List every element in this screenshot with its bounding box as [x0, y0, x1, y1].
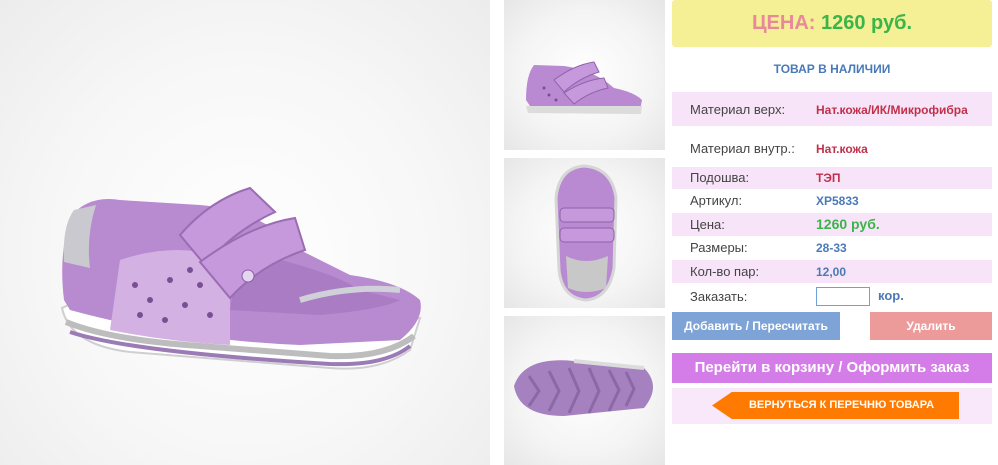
add-recalculate-button[interactable]: Добавить / Пересчитать [672, 312, 840, 340]
spec-label: Размеры: [690, 240, 748, 255]
spec-label: Цена: [690, 217, 725, 232]
product-info-panel: ЦЕНА: 1260 руб. ТОВАР В НАЛИЧИИ Материал… [672, 0, 994, 465]
order-quantity-input[interactable] [816, 287, 870, 306]
back-to-list-button[interactable]: ВЕРНУТЬСЯ К ПЕРЕЧНЮ ТОВАРА [712, 392, 959, 419]
spec-value: 28-33 [816, 241, 847, 255]
spec-row-sizes: Размеры: 28-33 [672, 237, 992, 259]
spec-value: 1260 руб. [816, 216, 880, 232]
product-page: ЦЕНА: 1260 руб. ТОВАР В НАЛИЧИИ Материал… [0, 0, 998, 465]
shoe-side-image [60, 186, 422, 370]
spec-value: 12,00 [816, 265, 847, 279]
order-unit: кор. [878, 288, 904, 303]
spec-value: ТЭП [816, 171, 841, 185]
order-row: Заказать: кор. [672, 284, 992, 310]
spec-row-upper-material: Материал верх: Нат.кожа/ИК/Микрофибра [672, 92, 992, 126]
spec-value: Нат.кожа/ИК/Микрофибра [816, 103, 968, 117]
thumbnail-top-view[interactable] [504, 158, 665, 308]
spec-row-sole: Подошва: ТЭП [672, 167, 992, 189]
shoe-side-thumb [526, 61, 642, 114]
spec-row-price: Цена: 1260 руб. [672, 213, 992, 236]
back-button-container: ВЕРНУТЬСЯ К ПЕРЕЧНЮ ТОВАРА [672, 388, 992, 424]
price-header-label: ЦЕНА: [751, 12, 816, 34]
shoe-sole-thumb [514, 359, 653, 416]
thumbnail-side-view[interactable] [504, 0, 665, 150]
spec-label: Материал верх: [690, 102, 786, 117]
spec-label: Подошва: [690, 170, 750, 185]
delete-button[interactable]: Удалить [870, 312, 992, 340]
go-to-cart-button[interactable]: Перейти в корзину / Оформить заказ [672, 353, 992, 383]
spec-label: Артикул: [690, 193, 743, 208]
price-header: ЦЕНА: 1260 руб. [672, 0, 992, 47]
spec-row-article: Артикул: XP5833 [672, 190, 992, 212]
thumbnail-sole-view[interactable] [504, 316, 665, 465]
spec-row-pairs: Кол-во пар: 12,00 [672, 260, 992, 283]
spec-row-inner-material: Материал внутр.: Нат.кожа [672, 132, 992, 164]
spec-value: Нат.кожа [816, 142, 868, 156]
main-product-image[interactable] [0, 0, 490, 465]
spec-value: XP5833 [816, 194, 859, 208]
shoe-top-thumb [554, 164, 618, 302]
order-label: Заказать: [690, 289, 748, 304]
spec-label: Кол-во пар: [690, 264, 760, 279]
spec-label: Материал внутр.: [690, 141, 795, 156]
stock-status: ТОВАР В НАЛИЧИИ [773, 62, 891, 76]
price-header-value: 1260 руб. [821, 12, 913, 34]
